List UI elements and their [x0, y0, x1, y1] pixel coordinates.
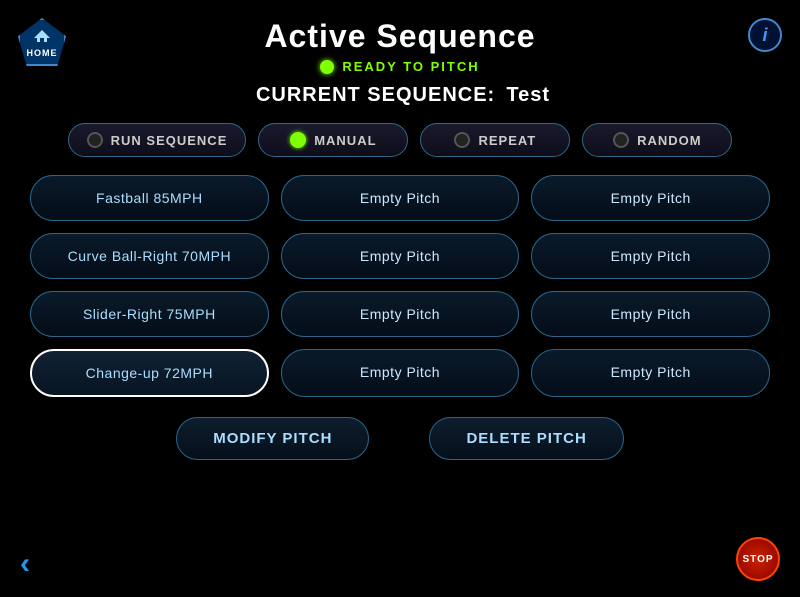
ctrl-btn-manual[interactable]: MANUAL — [258, 123, 408, 157]
pitch-btn-p12[interactable]: Empty Pitch — [531, 349, 770, 397]
pitch-btn-p7[interactable]: Slider-Right 75MPH — [30, 291, 269, 337]
status-dot — [320, 60, 334, 74]
pitch-grid: Fastball 85MPHEmpty PitchEmpty PitchCurv… — [30, 175, 770, 397]
ctrl-btn-random[interactable]: RANDOM — [582, 123, 732, 157]
page-header: Active Sequence READY TO PITCH — [0, 0, 800, 74]
pitch-btn-p3[interactable]: Empty Pitch — [531, 175, 770, 221]
pitch-btn-p5[interactable]: Empty Pitch — [281, 233, 520, 279]
delete-pitch-button[interactable]: DELETE PITCH — [429, 417, 623, 460]
controls-row: RUN SEQUENCE MANUAL REPEAT RANDOM — [0, 123, 800, 157]
pitch-btn-p8[interactable]: Empty Pitch — [281, 291, 520, 337]
ctrl-label-random: RANDOM — [637, 133, 702, 148]
ctrl-btn-repeat[interactable]: REPEAT — [420, 123, 570, 157]
pitch-btn-p11[interactable]: Empty Pitch — [281, 349, 520, 397]
pitch-btn-p4[interactable]: Curve Ball-Right 70MPH — [30, 233, 269, 279]
pitch-btn-p6[interactable]: Empty Pitch — [531, 233, 770, 279]
ctrl-label-run-sequence: RUN SEQUENCE — [111, 133, 228, 148]
back-icon: ‹ — [20, 547, 30, 580]
modify-pitch-button[interactable]: MODIFY PITCH — [176, 417, 369, 460]
status-row: READY TO PITCH — [0, 59, 800, 74]
radio-dot-manual — [290, 132, 306, 148]
ctrl-label-manual: MANUAL — [314, 133, 376, 148]
radio-dot-run-sequence — [87, 132, 103, 148]
stop-button[interactable]: STOP — [736, 537, 780, 581]
pitch-btn-p10[interactable]: Change-up 72MPH — [30, 349, 269, 397]
current-sequence-label: CURRENT SEQUENCE: — [256, 84, 495, 106]
ctrl-label-repeat: REPEAT — [478, 133, 536, 148]
current-sequence-row: CURRENT SEQUENCE: Test — [0, 84, 800, 107]
pitch-btn-p2[interactable]: Empty Pitch — [281, 175, 520, 221]
current-sequence-name: Test — [506, 84, 550, 106]
pitch-btn-p1[interactable]: Fastball 85MPH — [30, 175, 269, 221]
pitch-btn-p9[interactable]: Empty Pitch — [531, 291, 770, 337]
radio-dot-random — [613, 132, 629, 148]
stop-label: STOP — [742, 554, 773, 565]
status-text: READY TO PITCH — [342, 59, 479, 74]
page-title: Active Sequence — [0, 18, 800, 55]
radio-dot-repeat — [454, 132, 470, 148]
back-button[interactable]: ‹ — [20, 547, 30, 581]
ctrl-btn-run-sequence[interactable]: RUN SEQUENCE — [68, 123, 247, 157]
bottom-actions: MODIFY PITCH DELETE PITCH — [0, 417, 800, 460]
